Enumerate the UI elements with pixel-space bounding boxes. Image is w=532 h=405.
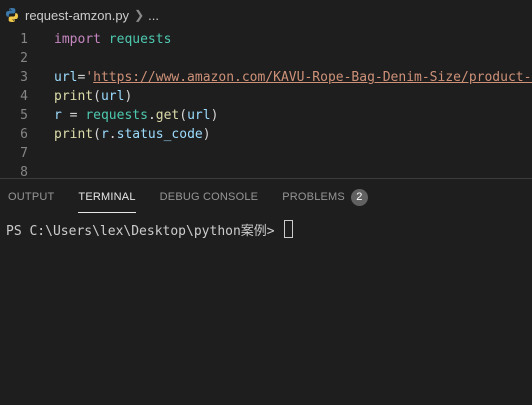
terminal-prompt: PS C:\Users\lex\Desktop\python案例> xyxy=(6,223,283,239)
code-token: . xyxy=(147,108,156,123)
line-number: 1 xyxy=(20,32,28,47)
code-token: requests xyxy=(108,32,172,47)
line-number: 8 xyxy=(20,165,28,178)
code-text: print(r.status_code) xyxy=(28,125,211,144)
code-token: url xyxy=(54,70,78,85)
code-token: ( xyxy=(93,127,101,142)
tab-output[interactable]: OUTPUT xyxy=(8,179,54,215)
breadcrumb-ellipsis[interactable]: ... xyxy=(148,8,159,23)
code-line[interactable]: 2 xyxy=(0,49,532,68)
code-text: url='https://www.amazon.com/KAVU-Rope-Ba… xyxy=(28,68,532,87)
code-token: import xyxy=(54,32,101,47)
line-number: 3 xyxy=(20,70,28,85)
code-text: print(url) xyxy=(28,87,132,106)
code-token: https://www.amazon.com/KAVU-Rope-Bag-Den… xyxy=(93,70,532,85)
line-number: 2 xyxy=(20,51,28,66)
line-number: 4 xyxy=(20,89,28,104)
editor-breadcrumb: request-amzon.py ❯ ... xyxy=(0,0,532,30)
code-token: ) xyxy=(202,127,211,142)
code-token: get xyxy=(155,108,180,123)
tab-debug-console[interactable]: DEBUG CONSOLE xyxy=(160,179,259,215)
code-line[interactable]: 5r = requests.get(url) xyxy=(0,106,532,125)
tab-problems[interactable]: PROBLEMS 2 xyxy=(282,179,368,215)
code-text: import requests xyxy=(28,30,171,49)
code-editor[interactable]: 1 import requests 2 3 url='https://www.amazo… xyxy=(0,30,532,178)
panel-tab-bar: OUTPUT TERMINAL DEBUG CONSOLE PROBLEMS 2 xyxy=(0,179,532,215)
code-line[interactable]: 3 url='https://www.amazon.com/KAVU-Rope-B… xyxy=(0,68,532,87)
code-token: r xyxy=(54,108,62,123)
code-line[interactable]: 8 xyxy=(0,163,532,178)
tab-terminal[interactable]: TERMINAL xyxy=(78,179,136,215)
chevron-right-icon: ❯ xyxy=(134,8,145,22)
line-number: 5 xyxy=(20,108,28,123)
code-token: . xyxy=(108,127,117,142)
code-token: r xyxy=(100,127,109,142)
line-number: 6 xyxy=(20,127,28,142)
code-token: requests xyxy=(85,108,148,123)
code-token: print xyxy=(54,127,94,142)
code-token: ) xyxy=(124,89,133,104)
code-token: ' xyxy=(85,70,94,85)
code-token: print xyxy=(54,89,94,104)
code-token: ( xyxy=(179,108,188,123)
code-token: url xyxy=(187,108,211,123)
code-token: = xyxy=(61,108,86,123)
terminal-cursor xyxy=(284,220,294,238)
code-token: ) xyxy=(210,108,219,123)
code-line[interactable]: 1 import requests xyxy=(0,30,532,49)
code-line[interactable]: 7 xyxy=(0,144,532,163)
code-token: url xyxy=(100,89,125,104)
code-text: r = requests.get(url) xyxy=(28,106,218,125)
code-token: ( xyxy=(93,89,101,104)
breadcrumb-filename[interactable]: request-amzon.py xyxy=(25,8,129,23)
python-file-icon xyxy=(4,7,20,23)
code-line[interactable]: 4 print(url) xyxy=(0,87,532,106)
terminal-output[interactable]: PS C:\Users\lex\Desktop\python案例> xyxy=(0,215,532,239)
code-line[interactable]: 6 print(r.status_code) xyxy=(0,125,532,144)
problems-count-badge: 2 xyxy=(350,189,368,206)
code-token: status_code xyxy=(116,127,203,142)
line-number: 7 xyxy=(20,146,28,161)
